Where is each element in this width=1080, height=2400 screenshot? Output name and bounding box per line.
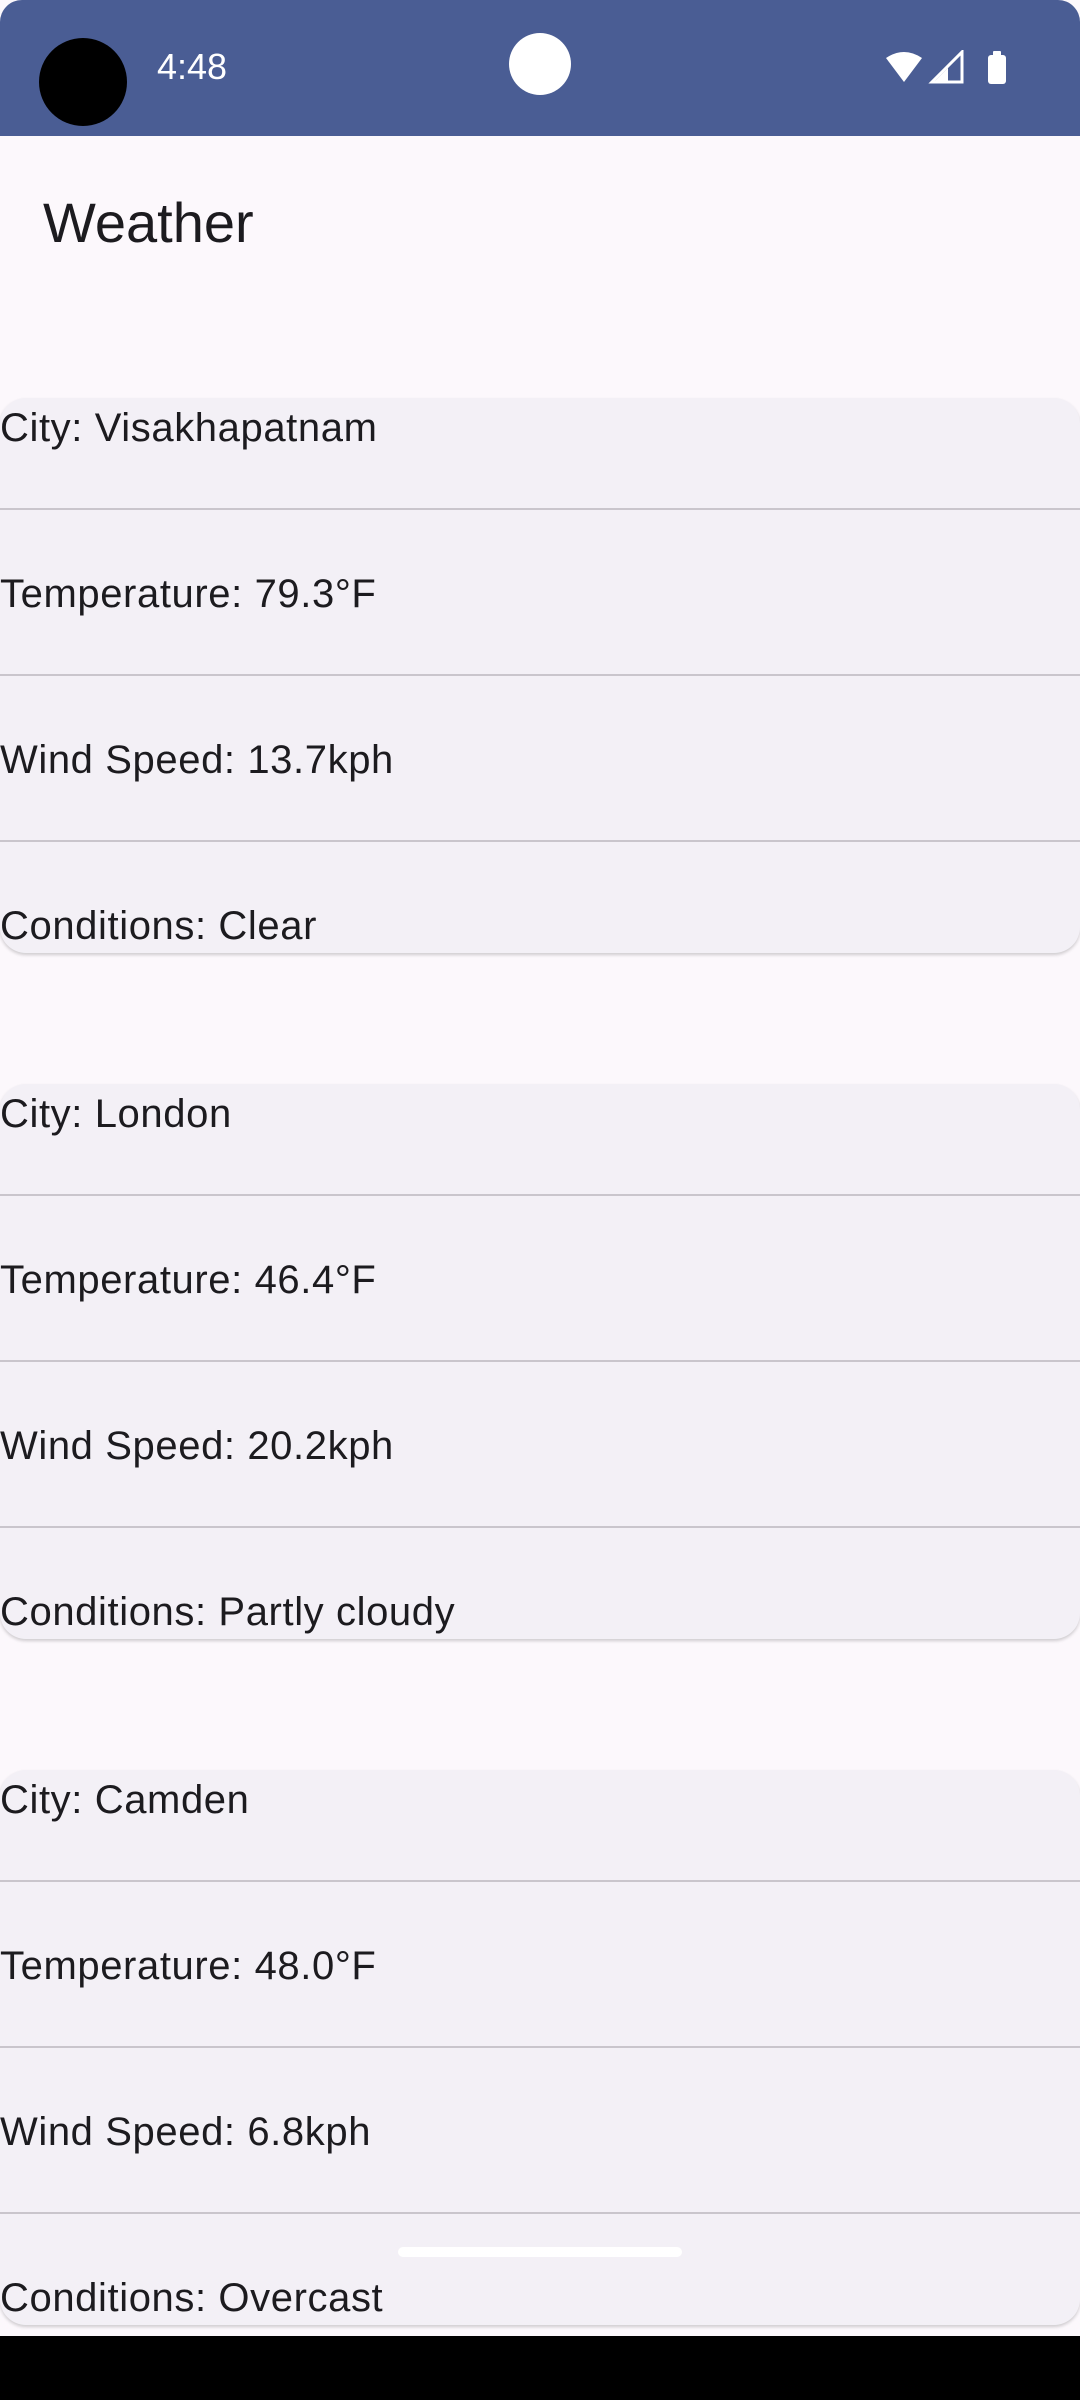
home-gesture-handle[interactable]: [398, 2247, 682, 2257]
city-label: City: London: [0, 1092, 232, 1136]
navigation-bar: [0, 2336, 1080, 2400]
weather-card: City: Visakhapatnam Temperature: 79.3°F …: [0, 398, 1080, 953]
conditions-label: Conditions: Overcast: [0, 2276, 384, 2320]
divider: [0, 1360, 1080, 1362]
wind-speed-label: Wind Speed: 6.8kph: [0, 2110, 372, 2154]
divider: [0, 2046, 1080, 2048]
camera-cutout: [39, 38, 127, 126]
wifi-icon: [886, 52, 922, 82]
divider: [0, 1194, 1080, 1196]
city-label: City: Visakhapatnam: [0, 406, 378, 450]
wind-speed-label: Wind Speed: 20.2kph: [0, 1424, 394, 1468]
battery-icon: [988, 51, 1006, 84]
conditions-label: Conditions: Clear: [0, 904, 318, 948]
conditions-label: Conditions: Partly cloudy: [0, 1590, 456, 1634]
divider: [0, 508, 1080, 510]
weather-card: City: Camden Temperature: 48.0°F Wind Sp…: [0, 1770, 1080, 2325]
temperature-label: Temperature: 48.0°F: [0, 1944, 377, 1988]
city-label: City: Camden: [0, 1778, 250, 1822]
status-time: 4:48: [157, 46, 228, 87]
wind-speed-label: Wind Speed: 13.7kph: [0, 738, 394, 782]
status-icons: [886, 50, 1006, 84]
page-title: Weather: [43, 191, 254, 254]
notification-dot-icon: [509, 33, 571, 95]
weather-card: City: London Temperature: 46.4°F Wind Sp…: [0, 1084, 1080, 1639]
temperature-label: Temperature: 79.3°F: [0, 572, 377, 616]
status-bar: 4:48: [0, 0, 1080, 136]
divider: [0, 1526, 1080, 1528]
divider: [0, 1880, 1080, 1882]
divider: [0, 2212, 1080, 2214]
divider: [0, 674, 1080, 676]
signal-icon: [928, 50, 964, 84]
temperature-label: Temperature: 46.4°F: [0, 1258, 377, 1302]
divider: [0, 840, 1080, 842]
